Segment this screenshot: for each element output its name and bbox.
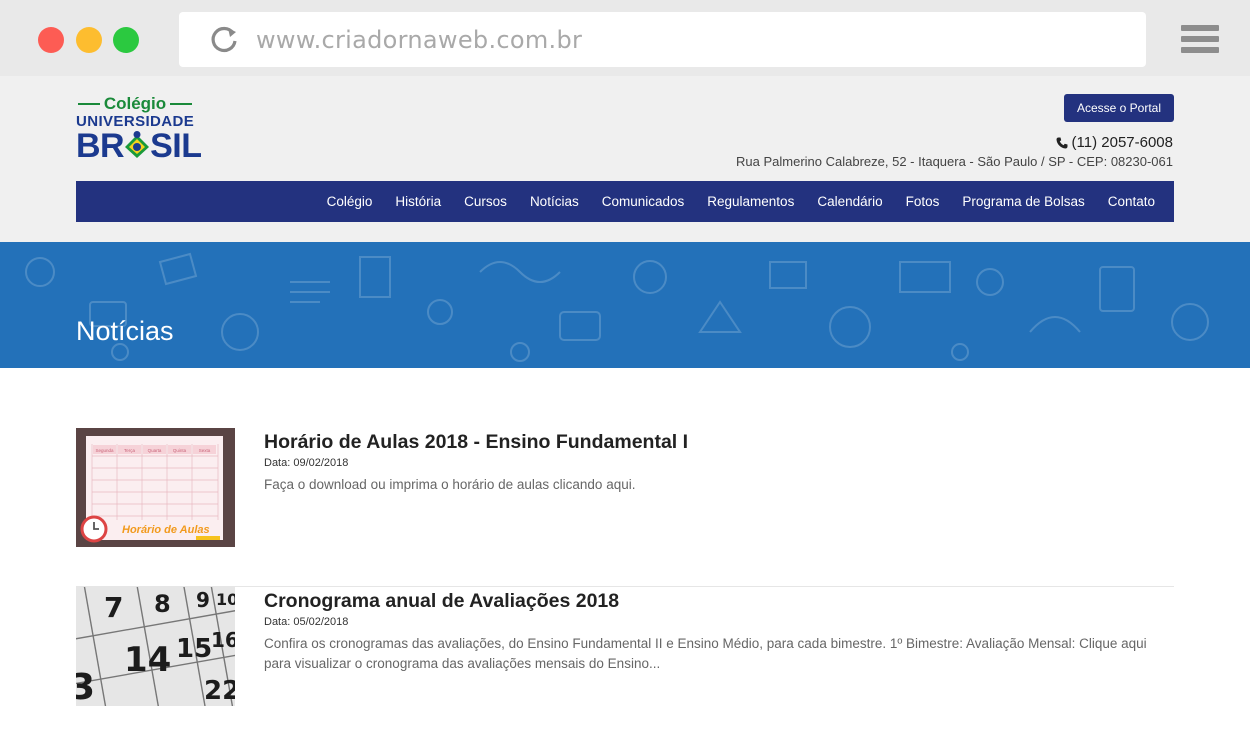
timetable-header-label: Quarta [148, 448, 162, 453]
calendar-number: 8 [154, 590, 171, 618]
news-date: Data: 09/02/2018 [264, 457, 349, 469]
news-title[interactable]: Cronograma anual de Avaliações 2018 [264, 590, 619, 613]
nav-item-contato[interactable]: Contato [1108, 194, 1155, 209]
nav-item-comunicados[interactable]: Comunicados [602, 194, 685, 209]
news-item: 7 8 9 10 14 15 16 3 22 Cronograma anual … [76, 587, 1174, 736]
school-doodle-pattern [25, 252, 1209, 362]
url-text: www.criadornaweb.com.br [256, 26, 583, 54]
browser-menu-icon[interactable] [1181, 25, 1219, 55]
nav-item-regulamentos[interactable]: Regulamentos [707, 194, 794, 209]
news-description: Faça o download ou imprima o horário de … [264, 477, 636, 492]
news-description: Confira os cronogramas das avaliações, d… [264, 636, 1147, 671]
address-bar[interactable]: www.criadornaweb.com.br [179, 12, 1146, 67]
site-header: Colégio UNIVERSIDADE BR SIL Acesse o Port… [0, 76, 1250, 242]
minimize-window-button[interactable] [76, 27, 102, 53]
page-banner: Notícias [0, 242, 1250, 368]
calendar-number: 3 [76, 667, 95, 706]
nav-item-colegio[interactable]: Colégio [327, 194, 373, 209]
nav-item-programa-de-bolsas[interactable]: Programa de Bolsas [962, 194, 1084, 209]
nav-item-historia[interactable]: História [395, 194, 441, 209]
reload-icon[interactable] [209, 24, 239, 54]
timetable-header-label: Quinta [173, 448, 187, 453]
thumb-caption: Horário de Aulas [122, 524, 210, 536]
phone-contact: (11) 2057-6008 [1056, 134, 1173, 151]
nav-item-fotos[interactable]: Fotos [906, 194, 940, 209]
logo-line-right [170, 103, 192, 105]
nav-list: Colégio História Cursos Notícias Comunic… [304, 181, 1155, 222]
nav-item-cursos[interactable]: Cursos [464, 194, 507, 209]
browser-toolbar: www.criadornaweb.com.br [0, 0, 1250, 76]
calendar-number: 9 [196, 588, 210, 612]
news-thumbnail-horario[interactable]: Segunda Terça Quarta Quinta Sexta Horário de… [76, 428, 235, 547]
logo-brasil-left: BR [76, 127, 125, 165]
timetable-header-label: Sexta [199, 448, 211, 453]
calendar-image: 7 8 9 10 14 15 16 3 22 [76, 587, 235, 706]
logo-brasil-text: BR SIL [76, 128, 202, 164]
calendar-number: 10 [216, 590, 235, 609]
page-title: Notícias [76, 316, 174, 346]
news-date: Data: 05/02/2018 [264, 616, 349, 628]
nav-item-calendario[interactable]: Calendário [817, 194, 882, 209]
logo-brasil-right: SIL [150, 127, 202, 165]
close-window-button[interactable] [38, 27, 64, 53]
calendar-number: 7 [104, 591, 123, 624]
main-navigation: Colégio História Cursos Notícias Comunic… [76, 181, 1174, 222]
school-address: Rua Palmerino Calabreze, 52 - Itaquera -… [736, 154, 1173, 169]
news-title[interactable]: Horário de Aulas 2018 - Ensino Fundament… [264, 431, 688, 454]
timetable-header-label: Segunda [95, 448, 114, 453]
brazil-flag-icon [124, 130, 150, 158]
calendar-number: 14 [124, 640, 171, 680]
calendar-number: 22 [204, 676, 235, 706]
news-item: Segunda Terça Quarta Quinta Sexta Horário de… [76, 428, 1174, 587]
maximize-window-button[interactable] [113, 27, 139, 53]
timetable-image: Segunda Terça Quarta Quinta Sexta Horário de… [76, 428, 235, 547]
phone-icon [1056, 137, 1068, 148]
calendar-number: 16 [211, 628, 235, 652]
nav-item-noticias[interactable]: Notícias [530, 194, 579, 209]
news-thumbnail-cronograma[interactable]: 7 8 9 10 14 15 16 3 22 [76, 587, 235, 706]
calendar-number: 15 [176, 634, 212, 664]
portal-login-button[interactable]: Acesse o Portal [1064, 94, 1174, 122]
timetable-header-label: Terça [124, 448, 136, 453]
school-logo[interactable]: Colégio UNIVERSIDADE BR SIL [76, 94, 202, 166]
phone-number: (11) 2057-6008 [1071, 134, 1173, 151]
